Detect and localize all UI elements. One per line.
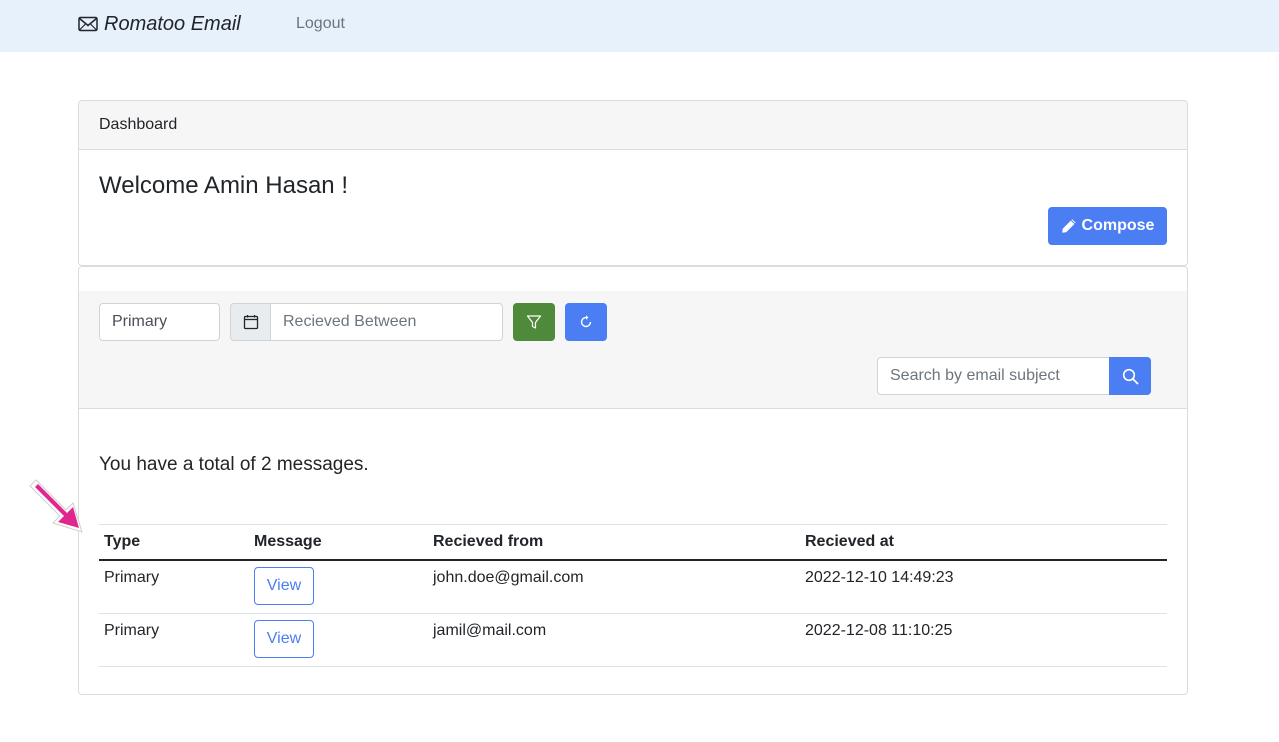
- search-icon: [1122, 368, 1138, 384]
- pencil-icon: [1061, 219, 1076, 233]
- search-input[interactable]: Search by email subject: [877, 357, 1110, 395]
- funnel-icon: [526, 315, 542, 329]
- calendar-icon: [243, 315, 258, 330]
- row-from: john.doe@gmail.com: [428, 560, 800, 614]
- date-addon: [230, 303, 271, 341]
- row-type: Primary: [99, 560, 249, 614]
- row-message-cell: View: [249, 613, 428, 667]
- dashboard-card: Dashboard Welcome Amin Hasan ! Compose: [78, 100, 1188, 266]
- envelope-icon: [78, 16, 98, 32]
- row-from: jamil@mail.com: [428, 613, 800, 667]
- row-type: Primary: [99, 613, 249, 667]
- column-header-from: Recieved from: [428, 524, 800, 561]
- view-button[interactable]: View: [254, 620, 314, 658]
- refresh-button[interactable]: [565, 303, 607, 341]
- brand[interactable]: Romatoo Email: [78, 12, 241, 36]
- filter-bar: Primary Recieved Between Search by email…: [79, 291, 1187, 409]
- row-received-at: 2022-12-10 14:49:23: [800, 560, 1167, 614]
- compose-label: Compose: [1081, 217, 1155, 234]
- filter-button[interactable]: [513, 303, 555, 341]
- message-count-text: You have a total of 2 messages.: [99, 454, 369, 475]
- search-button[interactable]: [1109, 357, 1151, 395]
- dashboard-header: Dashboard: [79, 101, 1187, 150]
- logout-link[interactable]: Logout: [296, 15, 345, 33]
- date-range-input[interactable]: Recieved Between: [270, 303, 503, 341]
- column-header-message: Message: [249, 524, 428, 561]
- row-received-at: 2022-12-08 11:10:25: [800, 613, 1167, 667]
- welcome-heading: Welcome Amin Hasan !: [99, 172, 348, 199]
- brand-name: Romatoo Email: [104, 12, 241, 35]
- view-button[interactable]: View: [254, 567, 314, 605]
- table-header-row: Type Message Recieved from Recieved at: [99, 524, 1167, 561]
- row-message-cell: View: [249, 560, 428, 614]
- annotation-arrow-icon: [29, 479, 83, 533]
- messages-card: Primary Recieved Between Search by email…: [78, 266, 1188, 695]
- column-header-type: Type: [99, 524, 249, 561]
- compose-button[interactable]: Compose: [1048, 207, 1167, 245]
- navbar: Romatoo Email Logout: [0, 0, 1279, 52]
- table-row: Primary View jamil@mail.com 2022-12-08 1…: [99, 613, 1167, 667]
- type-select[interactable]: Primary: [99, 303, 220, 341]
- messages-table: Type Message Recieved from Recieved at P…: [99, 524, 1167, 667]
- table-row: Primary View john.doe@gmail.com 2022-12-…: [99, 560, 1167, 614]
- column-header-received-at: Recieved at: [800, 524, 1167, 561]
- refresh-icon: [580, 315, 592, 328]
